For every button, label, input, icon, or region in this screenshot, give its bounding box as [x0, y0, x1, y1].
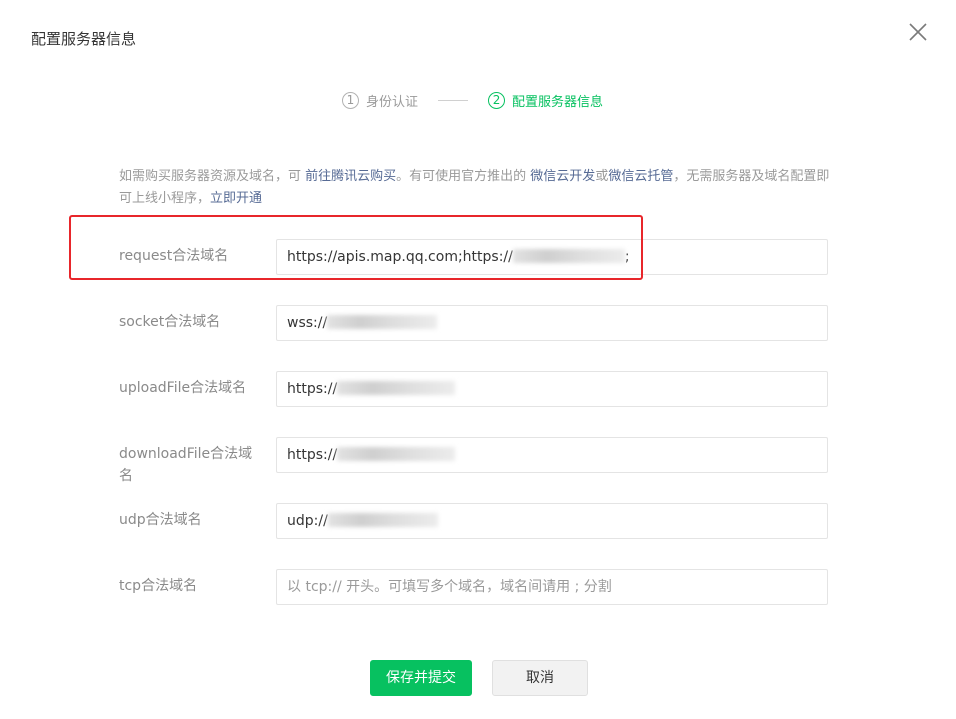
download-file-domain-value: https://	[287, 447, 338, 463]
udp-domain-input[interactable]: udp://	[276, 503, 828, 539]
socket-domain-input[interactable]: wss://	[276, 305, 828, 341]
wechat-cloud-dev-link[interactable]: 微信云开发	[530, 169, 595, 184]
dialog-title: 配置服务器信息	[31, 30, 137, 48]
redacted-blur	[512, 248, 625, 263]
tcp-domain-input[interactable]	[287, 570, 817, 604]
download-file-domain-input[interactable]: https://	[276, 437, 828, 473]
step-number: 1	[342, 91, 359, 109]
step-indicator: 1 身份认证 2 配置服务器信息	[342, 90, 603, 110]
step-divider	[438, 99, 469, 101]
intro-text-part: 或	[595, 169, 609, 184]
intro-text-part: 。有可使用官方推出的	[396, 169, 531, 184]
tcp-domain-label: tcp合法域名	[119, 578, 198, 594]
step-label: 身份认证	[366, 94, 419, 110]
close-icon[interactable]	[906, 20, 930, 44]
request-domain-value: https://apis.map.qq.com;https://	[287, 249, 513, 265]
step-config-server: 2 配置服务器信息	[488, 91, 603, 110]
step-identity-verification: 1 身份认证	[342, 91, 418, 110]
redacted-blur	[337, 446, 456, 461]
step-label: 配置服务器信息	[512, 94, 604, 110]
wechat-cloud-host-link[interactable]: 微信云托管	[608, 169, 673, 184]
udp-domain-value: udp://	[287, 513, 328, 529]
upload-file-domain-input[interactable]: https://	[276, 371, 828, 407]
socket-domain-value: wss://	[287, 315, 328, 331]
redacted-blur	[327, 512, 438, 527]
buy-tencent-cloud-link[interactable]: 前往腾讯云购买	[305, 169, 396, 184]
tcp-domain-input-wrapper	[276, 569, 828, 605]
request-domain-input[interactable]: https://apis.map.qq.com;https://;	[276, 239, 828, 275]
save-submit-button[interactable]: 保存并提交	[370, 660, 472, 696]
redacted-blur	[327, 314, 438, 329]
udp-domain-label: udp合法域名	[119, 512, 202, 528]
upload-file-domain-label: uploadFile合法域名	[119, 380, 247, 396]
redacted-blur	[337, 380, 456, 395]
intro-text-part: 如需购买服务器资源及域名，可	[119, 169, 306, 184]
open-now-link[interactable]: 立即开通	[210, 191, 262, 206]
download-file-domain-label: downloadFile合法域名	[119, 446, 253, 484]
request-domain-value-suffix: ;	[624, 249, 630, 265]
intro-text: 如需购买服务器资源及域名，可 前往腾讯云购买。有可使用官方推出的 微信云开发或微…	[119, 166, 831, 210]
request-domain-label: request合法域名	[119, 248, 229, 264]
cancel-button[interactable]: 取消	[492, 660, 588, 696]
socket-domain-label: socket合法域名	[119, 314, 221, 330]
step-number: 2	[488, 91, 506, 109]
upload-file-domain-value: https://	[287, 381, 338, 397]
